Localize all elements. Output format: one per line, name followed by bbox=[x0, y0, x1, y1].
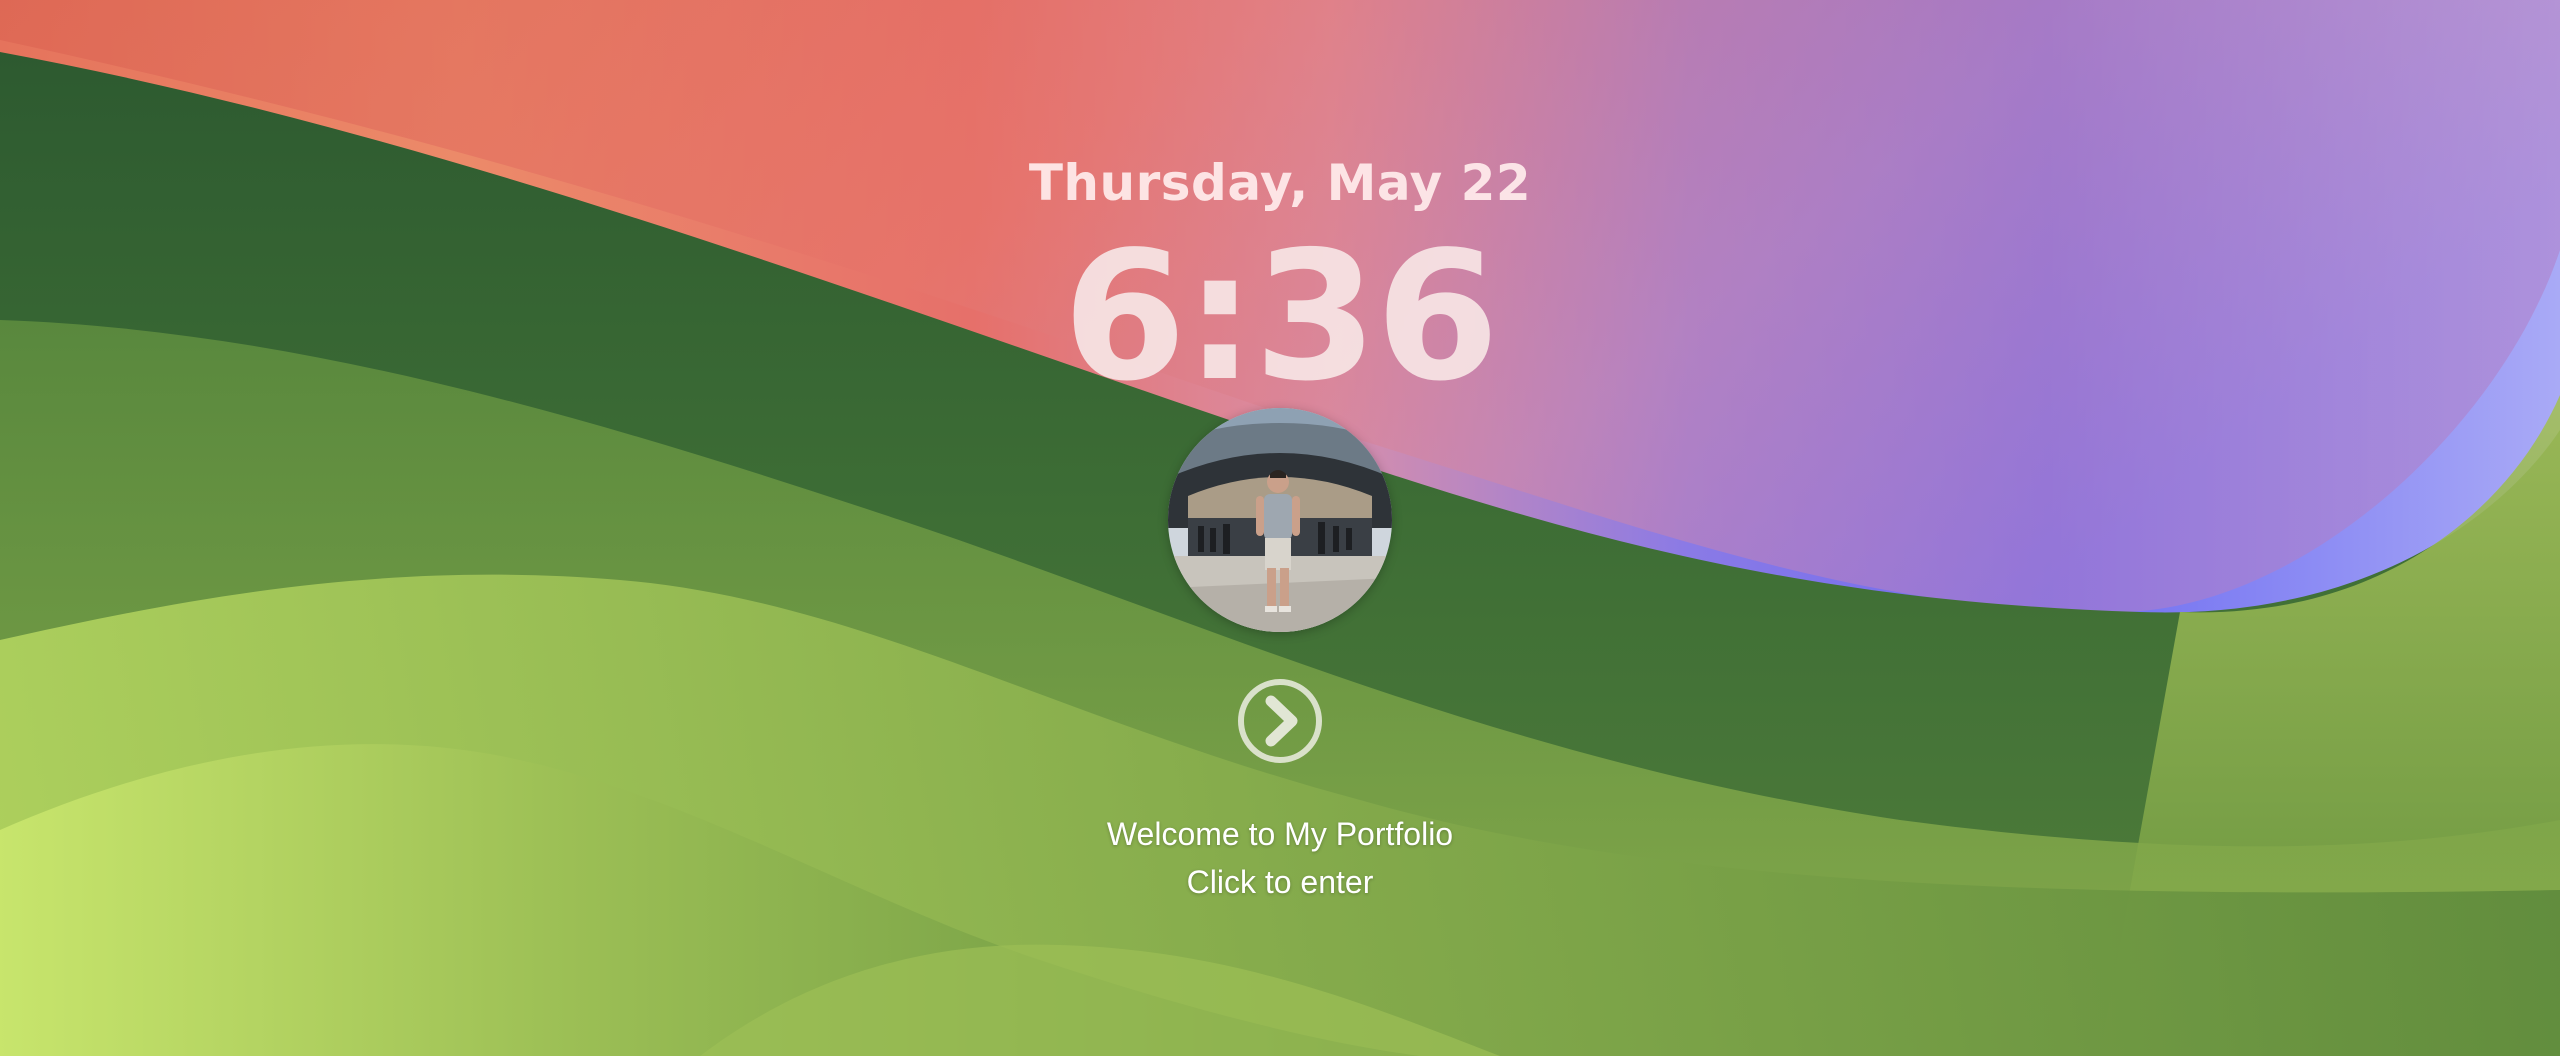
lock-screen: Thursday, May 22 6:36 Welcome to My Port… bbox=[0, 0, 2560, 1056]
welcome-message[interactable]: Welcome to My Portfolio Click to enter bbox=[0, 810, 2560, 906]
enter-hint: Click to enter bbox=[1186, 864, 1374, 900]
lock-date: Thursday, May 22 bbox=[1028, 154, 1532, 212]
user-avatar bbox=[1168, 408, 1392, 632]
enter-button[interactable] bbox=[1236, 677, 1324, 765]
lock-clock: 6:36 bbox=[1062, 213, 1500, 420]
welcome-line: Welcome to My Portfolio bbox=[1106, 816, 1454, 852]
chevron-right-circle-icon bbox=[1238, 679, 1322, 763]
